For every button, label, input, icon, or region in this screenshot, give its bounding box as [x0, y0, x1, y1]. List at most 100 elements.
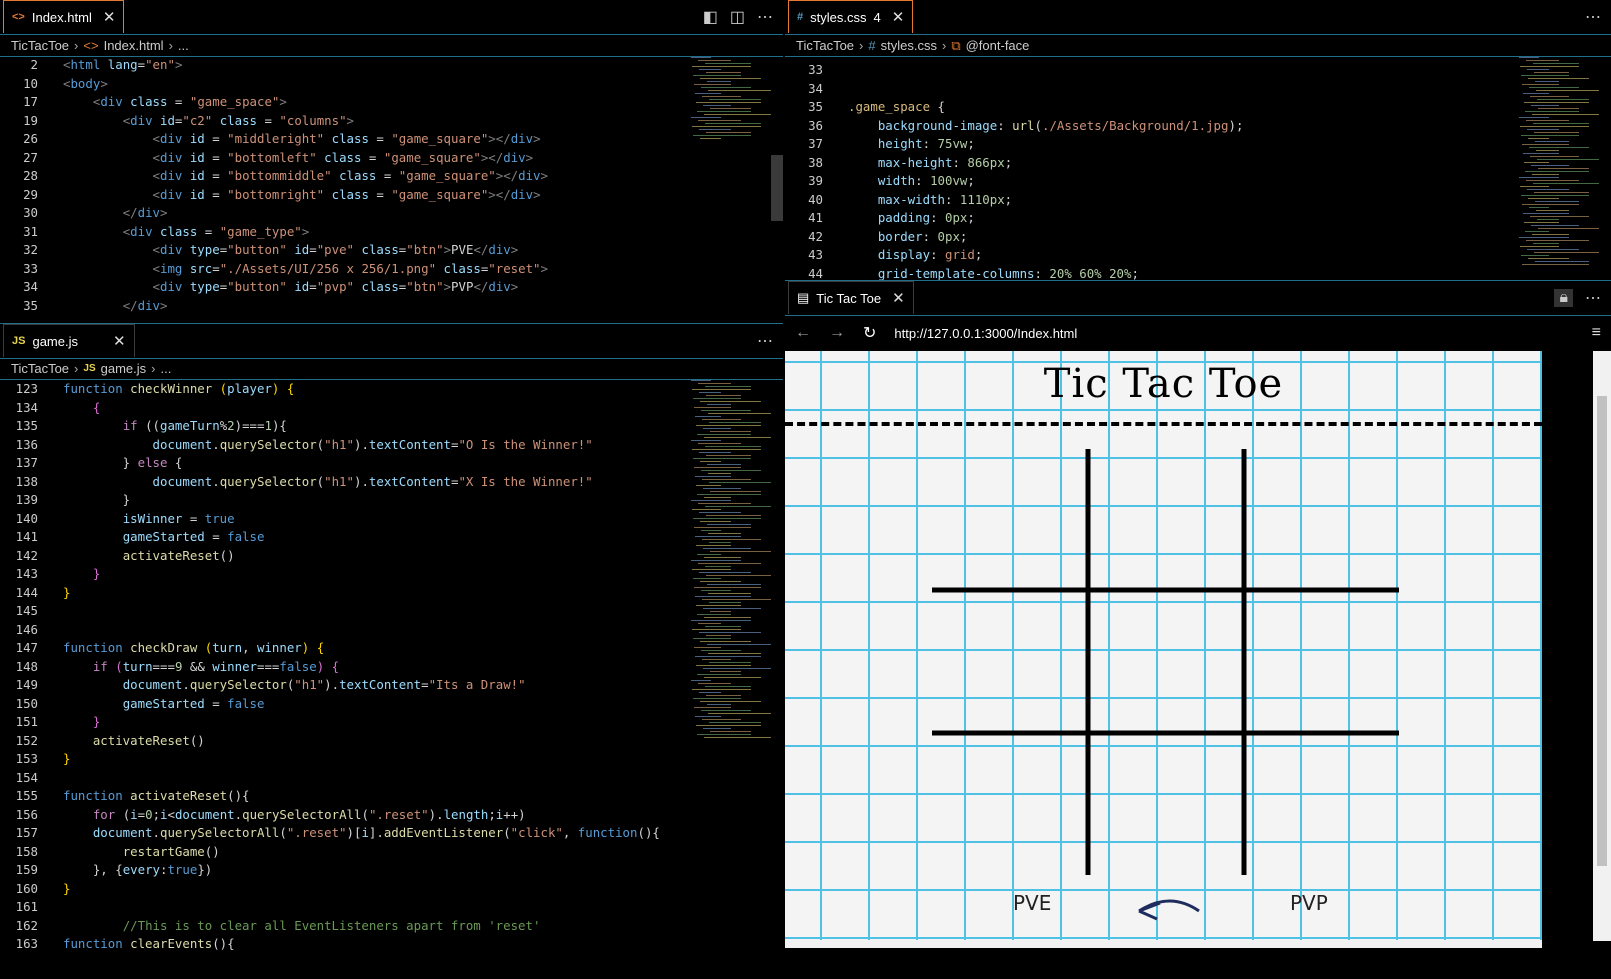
reload-icon[interactable]: ↻ [863, 323, 876, 343]
minimap-line [707, 404, 731, 405]
breadcrumb-folder[interactable]: TicTacToe [11, 38, 69, 53]
layout-icon[interactable]: ◫ [730, 7, 745, 27]
css-code-area[interactable]: 33 34 35 .game_space {36 background-image: … [785, 57, 1611, 280]
horizontal-scrollbar[interactable] [785, 940, 1542, 948]
minimap[interactable] [691, 57, 771, 323]
minimap-line [702, 96, 741, 97]
pve-button[interactable]: PVE [1013, 891, 1051, 915]
code-token: div [503, 149, 526, 165]
more-icon[interactable]: ⋯ [757, 331, 773, 351]
minimap-line [696, 545, 731, 546]
minimap-line [693, 638, 731, 639]
minimap-line [708, 593, 751, 594]
more-icon[interactable]: ⋯ [1585, 7, 1601, 27]
url-input[interactable]: http://127.0.0.1:3000/Index.html [894, 326, 1077, 341]
close-icon[interactable]: ✕ [892, 8, 905, 26]
scrollbar-thumb[interactable] [1597, 396, 1607, 866]
tab-index-html[interactable]: <> Index.html ✕ [3, 0, 125, 33]
code-token: id [189, 168, 205, 183]
code-token: : [1034, 265, 1050, 281]
code-token: ></ [488, 186, 511, 202]
breadcrumb-symbol[interactable]: ... [161, 361, 172, 376]
code-token: : [944, 191, 960, 207]
close-icon[interactable]: ✕ [103, 8, 116, 26]
breadcrumb-folder[interactable]: TicTacToe [11, 361, 69, 376]
code-text: document.querySelector("h1").textContent… [63, 675, 526, 694]
code-token: width [877, 173, 916, 188]
code-token: function [577, 825, 638, 840]
code-token: ></ [495, 168, 519, 183]
scrollbar[interactable] [1593, 351, 1611, 941]
js-code-area[interactable]: 123 function checkWinner (player) {134 {1… [0, 380, 783, 979]
minimap-line [707, 584, 761, 585]
code-token: id [189, 186, 205, 202]
forward-icon[interactable]: → [829, 324, 845, 342]
line-number: 155 [15, 788, 38, 803]
code-token: ; [1004, 154, 1013, 170]
code-token: textContent [368, 473, 451, 489]
breadcrumb-folder[interactable]: TicTacToe [796, 38, 854, 53]
minimap-line [694, 467, 741, 468]
code-token: class [331, 131, 369, 146]
tab-styles-css[interactable]: # styles.css 4 ✕ [788, 0, 914, 33]
line-number: 144 [15, 584, 38, 600]
minimap[interactable] [691, 380, 771, 979]
lock-icon[interactable]: 🔒︎ [1554, 288, 1573, 307]
html-code-area[interactable]: 2 <html lang="en"> 10 <body> 17 <div class =… [0, 57, 783, 323]
code-text: isWinner = true [63, 509, 235, 528]
menu-icon[interactable]: ≡ [1592, 324, 1601, 342]
breadcrumb-file[interactable]: game.js [101, 361, 147, 376]
code-token: { [331, 658, 340, 674]
minimap-line [710, 671, 741, 672]
minimap-line [708, 413, 771, 414]
code-token: 1 [264, 418, 272, 433]
split-editor-icon[interactable]: ◧ [703, 7, 718, 27]
breadcrumb-symbol[interactable]: ... [178, 38, 189, 53]
line-number: 136 [15, 436, 38, 452]
minimap-line [696, 605, 741, 606]
minimap-line [696, 102, 761, 103]
code-token: class [324, 149, 362, 165]
breadcrumb-symbol[interactable]: @font-face [966, 38, 1030, 53]
minimap-line [1536, 150, 1559, 151]
code-token: div [100, 94, 131, 109]
breadcrumb-file[interactable]: Index.html [104, 38, 164, 53]
code-token: html [70, 57, 108, 72]
line-number: 29 [23, 186, 38, 202]
minimap-line [691, 680, 711, 681]
code-token: false [227, 529, 265, 544]
code-token: ++) [503, 806, 526, 822]
code-token: )=== [234, 418, 265, 433]
tic-tac-toe-board[interactable] [785, 351, 1542, 941]
minimap-line [1528, 78, 1589, 79]
code-token: > [533, 131, 541, 146]
scrollbar[interactable] [771, 155, 783, 221]
address-bar: ← → ↻ http://127.0.0.1:3000/Index.html ≡ [785, 315, 1611, 351]
js-editor-pane: JS game.js ✕ ⋯ TicTacToe › JS game.js › … [0, 323, 783, 979]
pvp-button[interactable]: PVP [1290, 891, 1328, 915]
breadcrumb-file[interactable]: styles.css [881, 38, 937, 53]
close-icon[interactable]: ✕ [113, 332, 126, 350]
minimap-line [701, 590, 731, 591]
more-icon[interactable]: ⋯ [757, 7, 773, 27]
code-token: ( [279, 825, 287, 840]
browser-actions: 🔒︎ ⋯ [1554, 281, 1601, 314]
close-icon[interactable]: ✕ [892, 289, 905, 307]
minimap-line [691, 57, 711, 58]
back-icon[interactable]: ← [795, 324, 811, 342]
code-token: id [160, 112, 175, 128]
more-icon[interactable]: ⋯ [1585, 288, 1601, 308]
code-token: PVE [451, 242, 474, 257]
minimap-line [705, 63, 751, 64]
tab-tic-tac-toe[interactable]: ▤ Tic Tac Toe ✕ [788, 281, 914, 314]
minimap-line [1523, 153, 1559, 154]
code-token: "click" [510, 825, 563, 840]
minimap-line [1533, 183, 1599, 184]
line-number: 138 [15, 473, 38, 489]
minimap-line [1530, 96, 1569, 97]
minimap[interactable] [1519, 57, 1599, 280]
tab-game-js[interactable]: JS game.js ✕ [3, 324, 135, 357]
